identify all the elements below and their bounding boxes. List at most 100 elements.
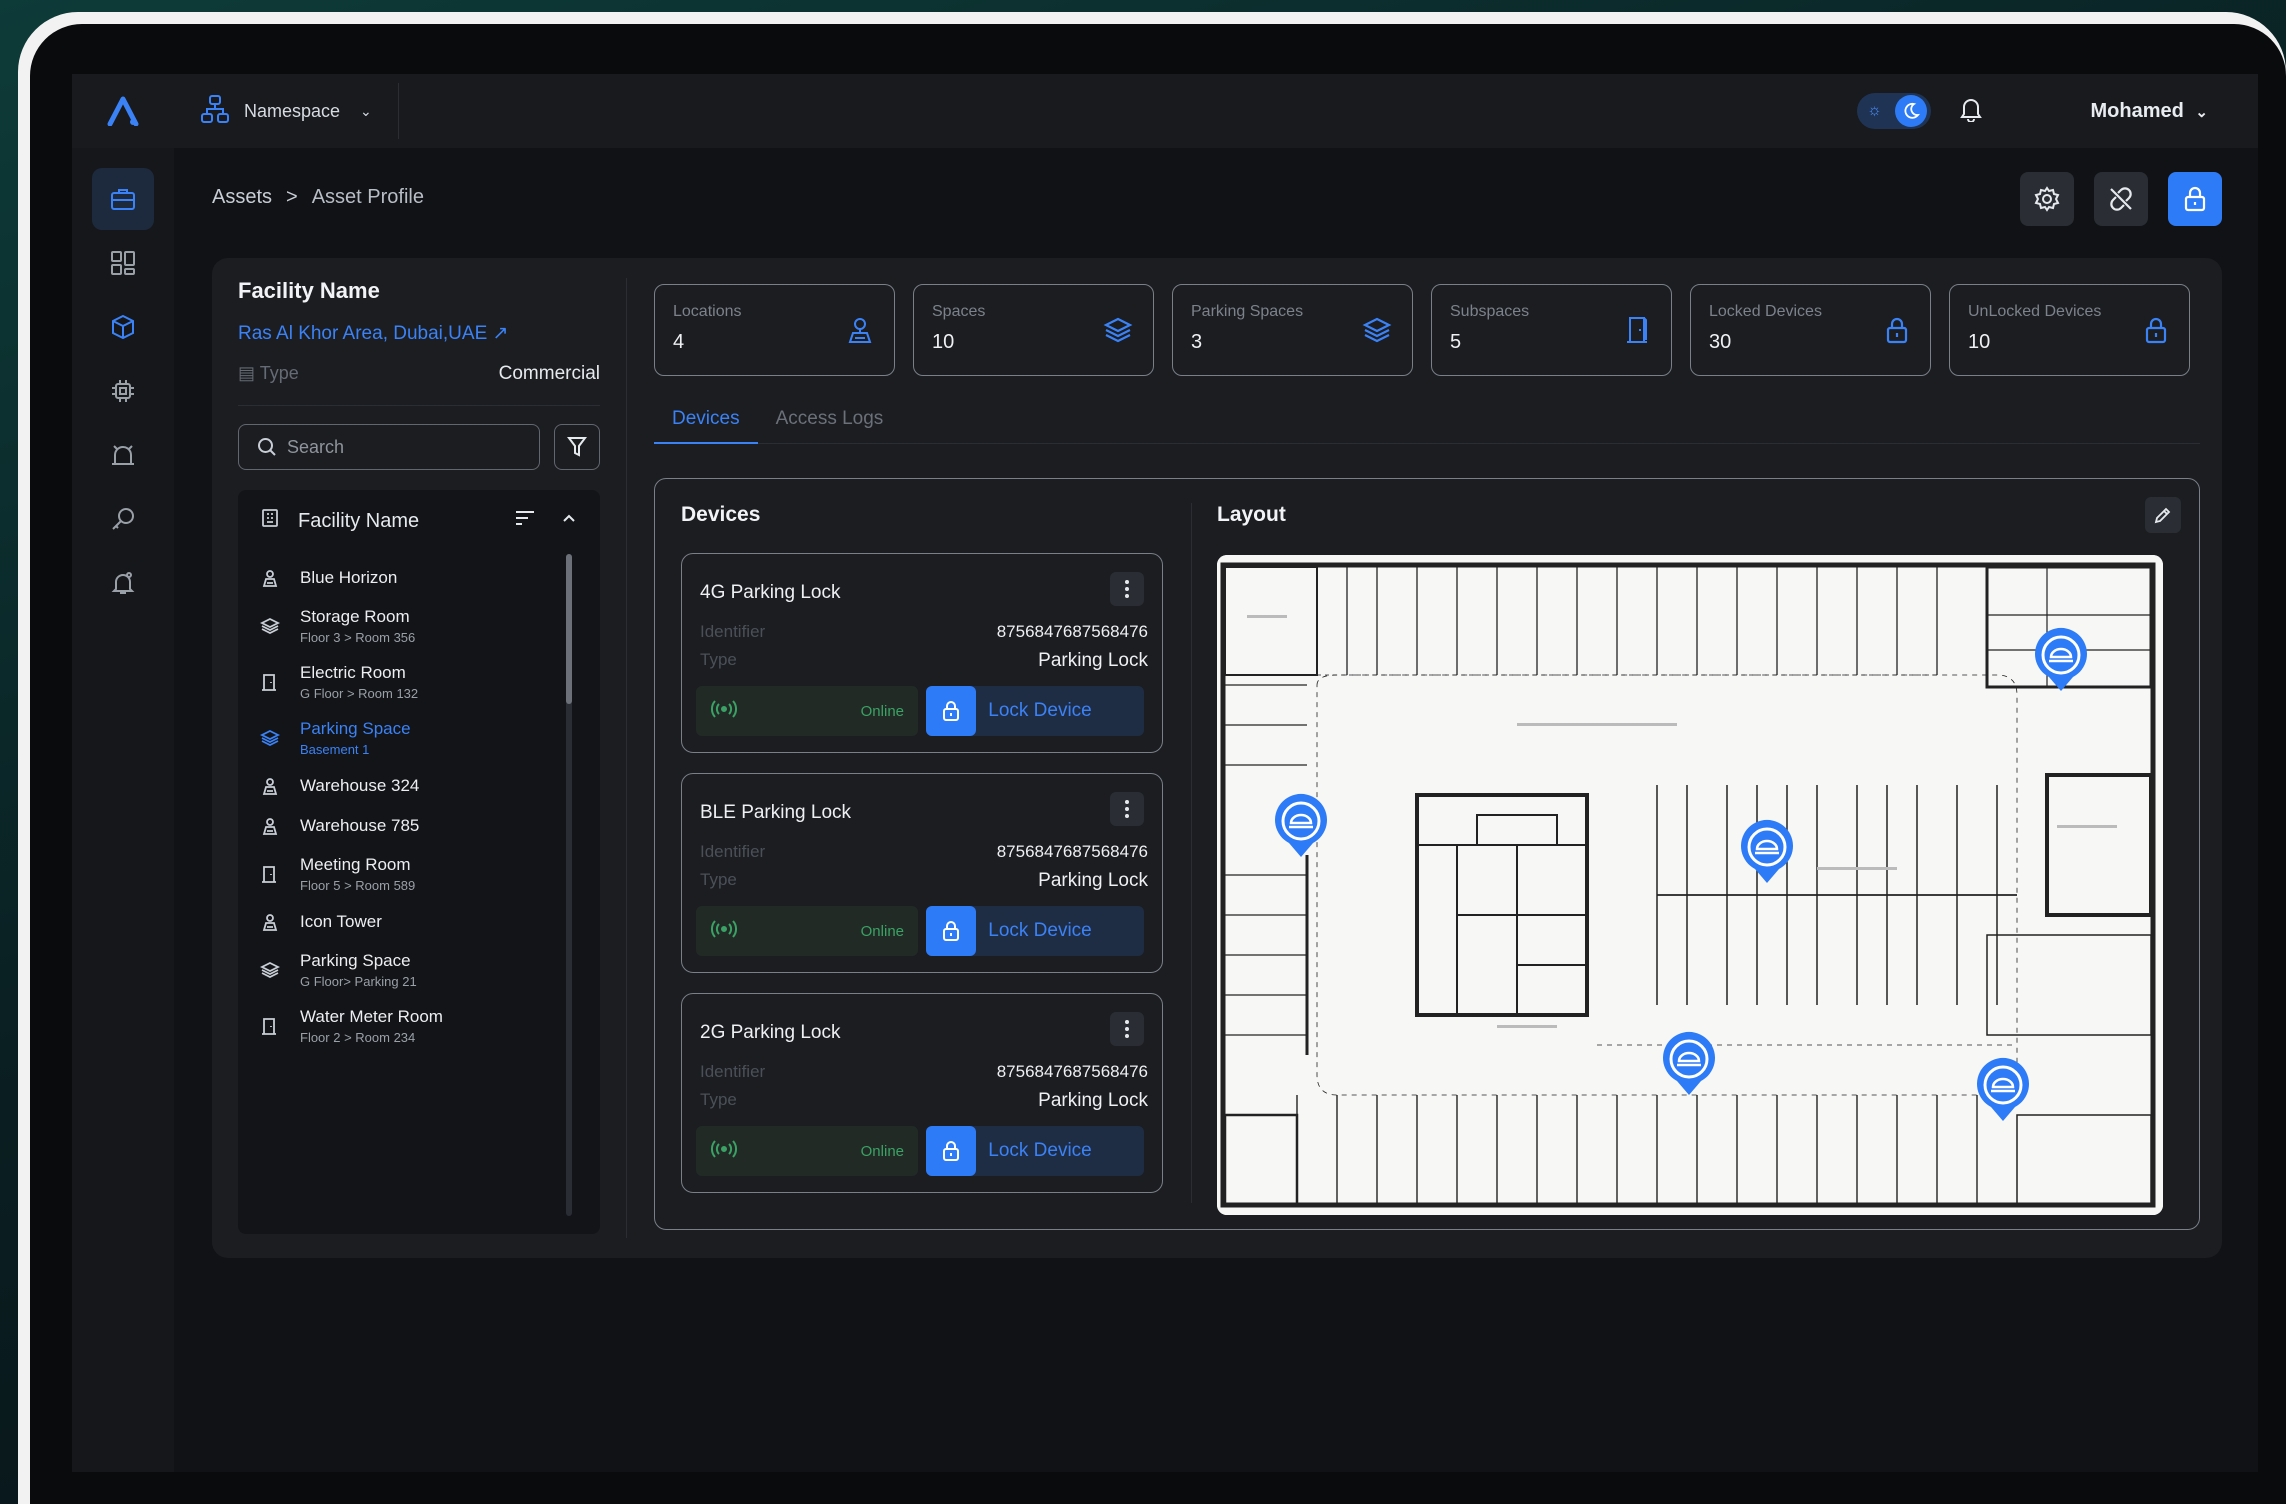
stat-label: UnLocked Devices bbox=[1968, 303, 2102, 320]
sidebar-item-devices[interactable] bbox=[92, 360, 154, 422]
layers-icon bbox=[260, 728, 280, 748]
tree-item[interactable]: Meeting Room Floor 5 > Room 589 bbox=[260, 846, 560, 902]
device-actions: Online Lock Device bbox=[696, 906, 1144, 956]
more-options-button[interactable] bbox=[1110, 1012, 1144, 1046]
app-logo[interactable] bbox=[72, 74, 174, 148]
tree-header: Facility Name bbox=[260, 508, 578, 534]
dot bbox=[1125, 814, 1129, 818]
settings-button[interactable] bbox=[2020, 172, 2074, 226]
tree-item-text: Warehouse 785 bbox=[300, 816, 419, 836]
tree-item[interactable]: Storage Room Floor 3 > Room 356 bbox=[260, 598, 560, 654]
tree-item-name: Electric Room bbox=[300, 663, 406, 682]
bell-alert-icon bbox=[111, 572, 135, 594]
type-value: Parking Lock bbox=[1038, 870, 1148, 891]
lock-device-button[interactable]: Lock Device bbox=[926, 906, 1144, 956]
unlink-icon bbox=[2110, 187, 2132, 211]
theme-toggle[interactable]: ☼ bbox=[1856, 93, 1931, 129]
tree-item[interactable]: Blue Horizon bbox=[260, 558, 560, 598]
tree-item[interactable]: Warehouse 785 bbox=[260, 806, 560, 846]
sidebar-item-dashboard[interactable] bbox=[92, 232, 154, 294]
stat-label: Locked Devices bbox=[1709, 303, 1822, 320]
tree-item-subtitle: Floor 2 > Room 234 bbox=[300, 1030, 416, 1045]
filter-button[interactable] bbox=[554, 424, 600, 470]
stat-value: 10 bbox=[1968, 331, 1991, 353]
sidebar-item-spaces[interactable] bbox=[92, 296, 154, 358]
building-icon bbox=[260, 816, 280, 836]
lock-button[interactable] bbox=[2168, 172, 2222, 226]
unlink-button[interactable] bbox=[2094, 172, 2148, 226]
device-pin[interactable] bbox=[1273, 793, 1329, 859]
dot bbox=[1125, 800, 1129, 804]
tree-item[interactable]: Warehouse 324 bbox=[260, 766, 560, 806]
device-pin[interactable] bbox=[1739, 819, 1795, 885]
tree-item-subtitle: Floor 5 > Room 589 bbox=[300, 878, 416, 893]
sidebar-item-assets[interactable] bbox=[92, 168, 154, 230]
search-placeholder: Search bbox=[287, 436, 345, 457]
breadcrumb-current: Asset Profile bbox=[311, 186, 424, 208]
sidebar-item-notifications[interactable] bbox=[92, 552, 154, 614]
floor-plan-map[interactable] bbox=[1217, 555, 2163, 1215]
tree-item[interactable]: Parking Space G Floor> Parking 21 bbox=[260, 942, 560, 998]
device-pin[interactable] bbox=[2033, 627, 2089, 693]
more-options-button[interactable] bbox=[1110, 572, 1144, 606]
namespace-selector[interactable]: Namespace ⌄ bbox=[174, 83, 399, 139]
tree-item[interactable]: Electric Room G Floor > Room 132 bbox=[260, 654, 560, 710]
status-text: Online bbox=[860, 922, 904, 940]
sidebar-item-alarms[interactable] bbox=[92, 424, 154, 486]
tree-header-title: Facility Name bbox=[298, 509, 420, 532]
tree-scrollbar[interactable] bbox=[566, 554, 572, 1216]
device-pin[interactable] bbox=[1975, 1057, 2031, 1123]
edit-layout-button[interactable] bbox=[2145, 497, 2181, 533]
more-options-button[interactable] bbox=[1110, 792, 1144, 826]
filter-icon bbox=[567, 437, 587, 457]
divider bbox=[626, 278, 627, 1238]
facility-header: Facility Name Ras Al Khor Area, Dubai,UA… bbox=[238, 278, 600, 406]
tab-bar: Devices Access Logs bbox=[654, 408, 2200, 444]
facility-tree: Facility Name Blue Horizon Storage Room Fl… bbox=[238, 490, 600, 1234]
type-row: Type Parking Lock bbox=[700, 870, 1148, 892]
tree-item[interactable]: Icon Tower bbox=[260, 902, 560, 942]
lock-device-button[interactable]: Lock Device bbox=[926, 686, 1144, 736]
user-name: Mohamed bbox=[2090, 99, 2184, 122]
user-menu[interactable]: Mohamed ⌄ bbox=[2091, 100, 2208, 123]
breadcrumb-assets[interactable]: Assets bbox=[212, 186, 272, 209]
sidebar-item-access[interactable] bbox=[92, 488, 154, 550]
page-actions bbox=[2020, 172, 2222, 226]
tab-devices[interactable]: Devices bbox=[654, 408, 758, 444]
parking-lock-pin-icon bbox=[1663, 1031, 1715, 1095]
status-badge: Online bbox=[696, 686, 918, 736]
stat-cards: Locations 4 Spaces 10 Parking Spaces 3 Subspac… bbox=[654, 284, 2190, 376]
tree-item-text: Parking Space Basement 1 bbox=[300, 719, 411, 757]
chevron-up-icon[interactable] bbox=[560, 509, 578, 533]
scrollbar-thumb[interactable] bbox=[566, 554, 572, 704]
building-icon bbox=[260, 912, 280, 932]
tree-item-text: Storage Room Floor 3 > Room 356 bbox=[300, 607, 415, 645]
tree-item[interactable]: Water Meter Room Floor 2 > Room 234 bbox=[260, 998, 560, 1054]
dot bbox=[1125, 1027, 1129, 1031]
namespace-label: Namespace bbox=[244, 100, 341, 121]
stat-value: 30 bbox=[1709, 331, 1732, 353]
stat-card: Locations 4 bbox=[654, 284, 895, 376]
tree-item-name: Storage Room bbox=[300, 607, 410, 626]
tree-item-subtitle: G Floor > Room 132 bbox=[300, 686, 419, 701]
facility-location-link[interactable]: Ras Al Khor Area, Dubai,UAE ↗ bbox=[238, 322, 600, 345]
tree-item[interactable]: Parking Space Basement 1 bbox=[260, 710, 560, 766]
tab-access-logs[interactable]: Access Logs bbox=[758, 408, 902, 444]
stat-card: Locked Devices 30 bbox=[1690, 284, 1931, 376]
bell-icon[interactable] bbox=[1959, 96, 1983, 127]
device-actions: Online Lock Device bbox=[696, 1126, 1144, 1176]
tree-item-name: Water Meter Room bbox=[300, 1007, 443, 1026]
facility-type-label-text: Type bbox=[259, 363, 299, 383]
search-input[interactable]: Search bbox=[238, 424, 540, 470]
parking-lock-pin-icon bbox=[1741, 819, 1793, 883]
stat-card: Subspaces 5 bbox=[1431, 284, 1672, 376]
parking-lock-pin-icon bbox=[1275, 793, 1327, 857]
lock-device-button[interactable]: Lock Device bbox=[926, 1126, 1144, 1176]
device-pin[interactable] bbox=[1661, 1031, 1717, 1097]
dot bbox=[1125, 1034, 1129, 1038]
facility-type-row: ▤ Type Commercial bbox=[238, 363, 600, 406]
parking-lock-pin-icon bbox=[2035, 627, 2087, 691]
sort-icon[interactable] bbox=[514, 509, 536, 533]
stat-card: Spaces 10 bbox=[913, 284, 1154, 376]
door-icon bbox=[260, 1016, 280, 1036]
